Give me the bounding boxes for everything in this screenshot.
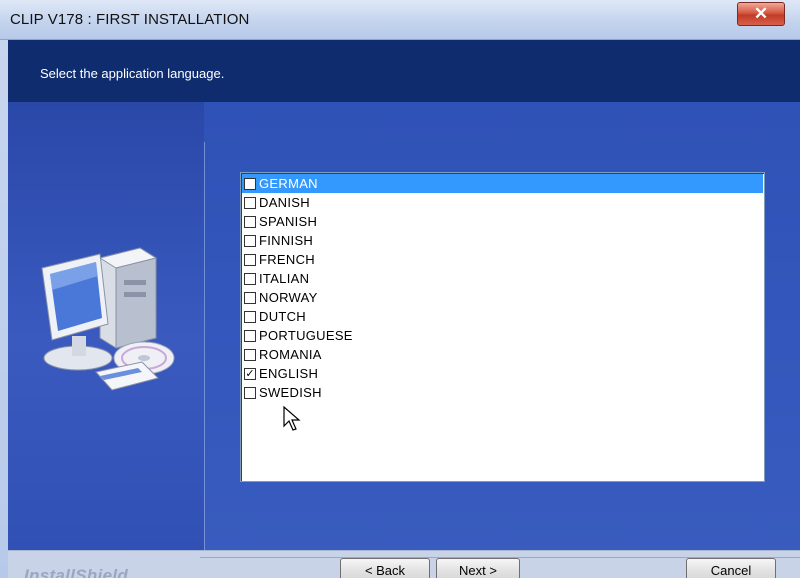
computer-install-icon (41, 247, 175, 391)
close-button[interactable]: ✕ (737, 2, 785, 26)
checkbox[interactable] (244, 311, 256, 323)
language-option-italian[interactable]: ITALIAN (242, 269, 763, 288)
language-option-finnish[interactable]: FINNISH (242, 231, 763, 250)
checkbox[interactable] (244, 387, 256, 399)
language-option-french[interactable]: FRENCH (242, 250, 763, 269)
checkbox[interactable] (244, 292, 256, 304)
option-label: ITALIAN (259, 271, 310, 286)
cancel-button[interactable]: Cancel (686, 558, 776, 578)
language-option-romania[interactable]: ROMANIA (242, 345, 763, 364)
title-bar[interactable]: CLIP V178 : FIRST INSTALLATION ✕ (0, 0, 800, 40)
checkbox[interactable] (244, 330, 256, 342)
mouse-pointer-icon (283, 406, 301, 431)
language-option-norway[interactable]: NORWAY (242, 288, 763, 307)
back-button[interactable]: < Back (340, 558, 430, 578)
option-label: GERMAN (259, 176, 318, 191)
option-label: SPANISH (259, 214, 318, 229)
language-option-spanish[interactable]: SPANISH (242, 212, 763, 231)
option-label: NORWAY (259, 290, 318, 305)
checkbox[interactable] (244, 349, 256, 361)
option-label: ENGLISH (259, 366, 319, 381)
checkbox[interactable] (244, 197, 256, 209)
option-label: SWEDISH (259, 385, 322, 400)
option-label: ROMANIA (259, 347, 322, 362)
language-listbox[interactable]: GERMAN DANISH SPANISH FINNISH FRENCH ITA… (240, 172, 765, 482)
close-icon: ✕ (753, 4, 769, 23)
language-option-danish[interactable]: DANISH (242, 193, 763, 212)
checkbox[interactable]: ✓ (244, 368, 256, 380)
option-label: PORTUGUESE (259, 328, 353, 343)
checkbox[interactable] (244, 254, 256, 266)
option-label: FINNISH (259, 233, 314, 248)
language-option-german[interactable]: GERMAN (242, 174, 763, 193)
installer-window: CLIP V178 : FIRST INSTALLATION ✕ Select … (0, 0, 800, 578)
next-button[interactable]: Next > (436, 558, 520, 578)
language-option-swedish[interactable]: SWEDISH (242, 383, 763, 402)
checkbox[interactable] (244, 235, 256, 247)
option-label: DANISH (259, 195, 310, 210)
option-label: FRENCH (259, 252, 315, 267)
checkbox[interactable] (244, 216, 256, 228)
option-label: DUTCH (259, 309, 306, 324)
language-option-dutch[interactable]: DUTCH (242, 307, 763, 326)
header-banner: Select the application language. (8, 40, 800, 102)
checkbox[interactable] (244, 273, 256, 285)
divider (204, 142, 205, 552)
instruction-text: Select the application language. (40, 66, 225, 81)
window-title: CLIP V178 : FIRST INSTALLATION (10, 11, 250, 28)
installshield-logo: InstallShield (24, 566, 129, 578)
language-option-portuguese[interactable]: PORTUGUESE (242, 326, 763, 345)
language-option-english[interactable]: ✓ ENGLISH (242, 364, 763, 383)
checkbox[interactable] (244, 178, 256, 190)
